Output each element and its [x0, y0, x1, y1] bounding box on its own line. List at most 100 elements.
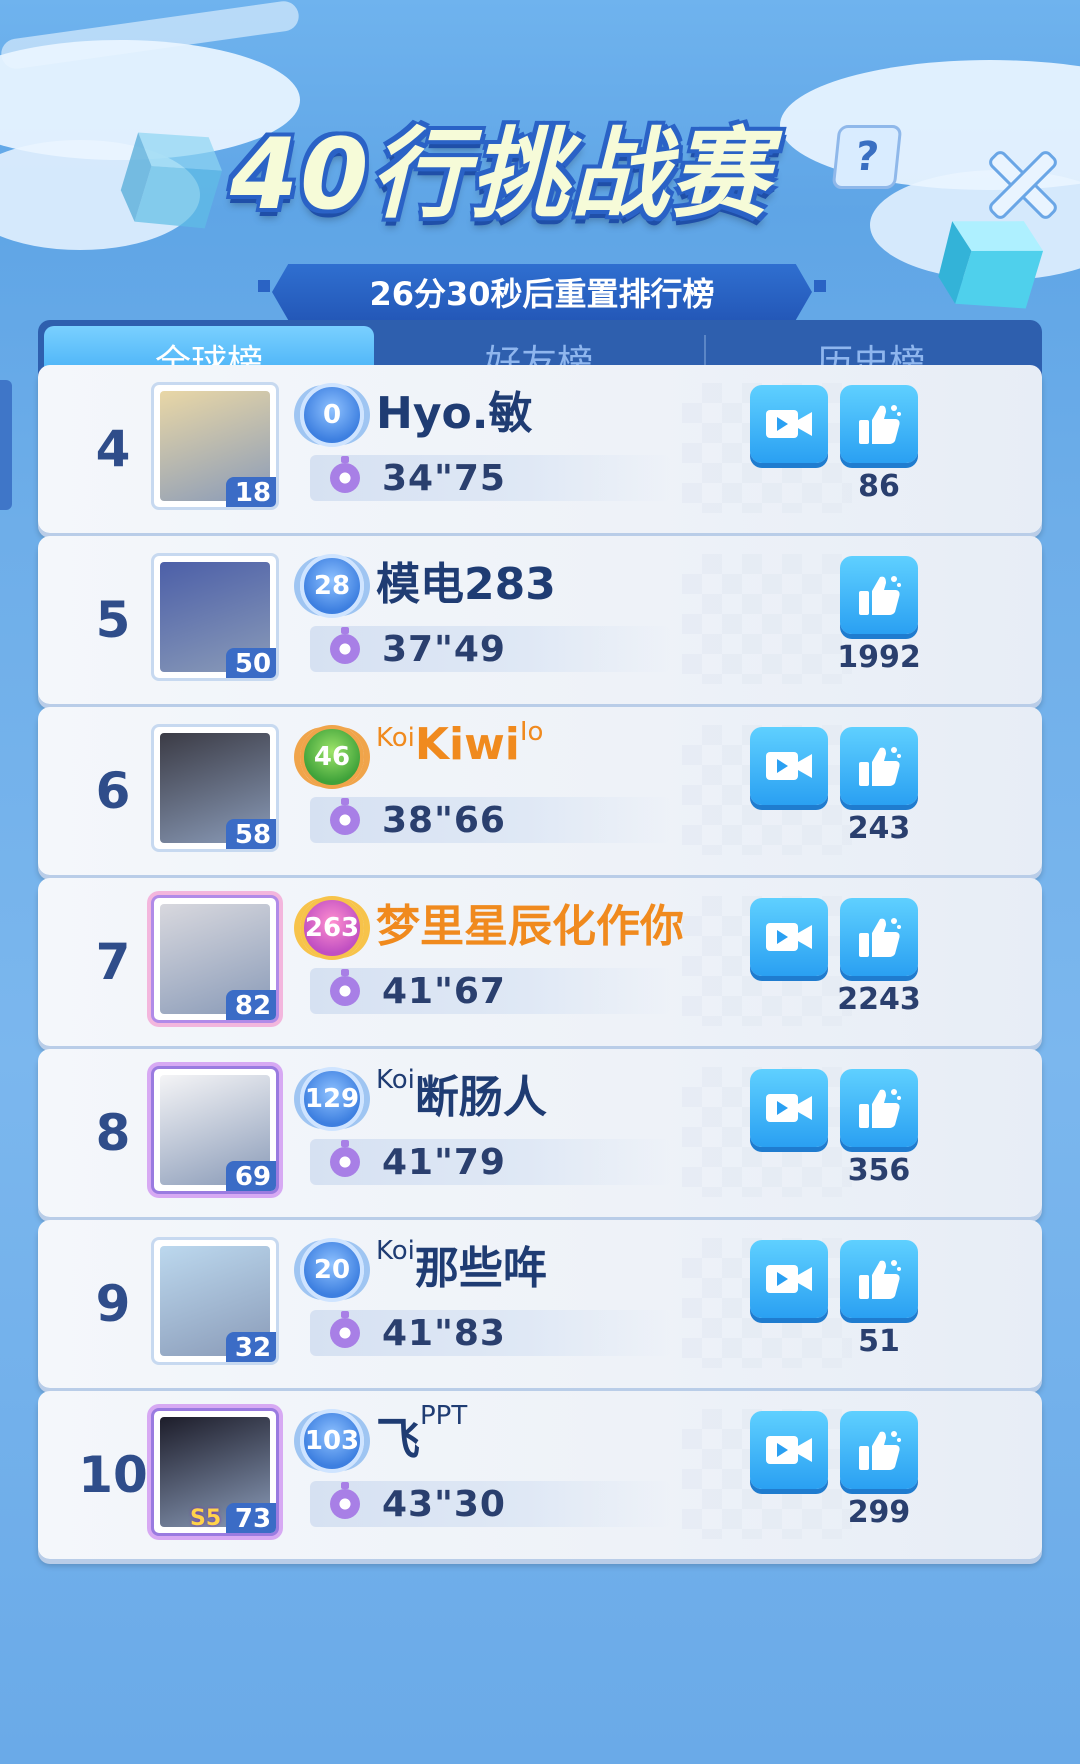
video-camera-icon [766, 1265, 812, 1293]
name-suffix: Io [519, 717, 544, 747]
avatar-season-tag: S5 [190, 1506, 222, 1531]
video-camera-icon [766, 1436, 812, 1464]
like-button[interactable] [840, 1069, 918, 1147]
thumbs-up-icon [859, 747, 901, 786]
player-avatar[interactable]: 58 [151, 724, 279, 852]
time-bar: 38"66 [310, 797, 670, 843]
player-avatar[interactable]: 32 [151, 1237, 279, 1365]
player-name: Koi断肠人 [376, 1061, 547, 1125]
leaderboard-row[interactable]: 10 73 S5 103 飞PPT 43"30 299 [38, 1391, 1042, 1559]
stopwatch-icon [330, 627, 360, 664]
like-button[interactable] [840, 898, 918, 976]
player-avatar[interactable]: 50 [151, 553, 279, 681]
name-main: Hyo.敏 [376, 388, 533, 439]
avatar-level-badge: 32 [226, 1332, 276, 1362]
name-main: 那些哖 [414, 1243, 547, 1294]
player-avatar[interactable]: 69 [151, 1066, 279, 1194]
like-count: 299 [847, 1495, 911, 1530]
leaderboard-row[interactable]: 8 69 129 Koi断肠人 41"79 356 [38, 1049, 1042, 1217]
side-edge-handle[interactable] [0, 380, 12, 510]
player-avatar[interactable]: 82 [151, 895, 279, 1023]
name-main: 梦里星辰化作你 [376, 901, 684, 952]
reset-countdown-banner: 26分30秒后重置排行榜 [272, 264, 812, 320]
record-time: 38"66 [382, 799, 506, 841]
replay-video-button[interactable] [750, 1411, 828, 1489]
banner-decoration [258, 280, 270, 292]
page-title: 40行挑战赛 [230, 118, 771, 232]
reset-countdown-text: 26分30秒后重置排行榜 [369, 275, 715, 313]
stopwatch-icon [330, 969, 360, 1006]
replay-video-button[interactable] [750, 1240, 828, 1318]
time-bar: 43"30 [310, 1481, 670, 1527]
thumbs-up-icon [859, 1089, 901, 1128]
rank-tier-badge: 263 [300, 896, 364, 960]
thumbs-up-icon [859, 1260, 901, 1299]
player-name: Koi那些哖 [376, 1232, 547, 1296]
rank-tier-badge: 0 [300, 383, 364, 447]
leaderboard-row[interactable]: 7 82 263 梦里星辰化作你 41"67 2243 [38, 878, 1042, 1046]
help-button[interactable]: ? [831, 125, 903, 189]
record-time: 37"49 [382, 628, 506, 670]
avatar-level-badge: 18 [226, 477, 276, 507]
name-main: Kiwi [414, 719, 520, 770]
rank-tier-badge: 129 [300, 1067, 364, 1131]
stopwatch-icon [330, 1482, 360, 1519]
question-icon: ? [852, 134, 882, 180]
like-count: 2243 [837, 982, 921, 1017]
name-main: 断肠人 [414, 1072, 547, 1123]
name-main: 飞 [376, 1414, 420, 1465]
banner-decoration [814, 280, 826, 292]
avatar-level-badge: 58 [226, 819, 276, 849]
stopwatch-icon [330, 1140, 360, 1177]
time-bar: 41"83 [310, 1310, 670, 1356]
player-name: 飞PPT [376, 1401, 468, 1467]
like-button[interactable] [840, 385, 918, 463]
stopwatch-icon [330, 798, 360, 835]
like-button[interactable] [840, 556, 918, 634]
like-button[interactable] [840, 727, 918, 805]
video-camera-icon [766, 410, 812, 438]
thumbs-up-icon [859, 1431, 901, 1470]
rank-tier-badge: 46 [300, 725, 364, 789]
thumbs-up-icon [859, 405, 901, 444]
name-suffix: PPT [420, 1401, 468, 1431]
leaderboard-row[interactable]: 4 18 0 Hyo.敏 34"75 86 [38, 365, 1042, 533]
rank-tier-badge: 103 [300, 1409, 364, 1473]
player-name: 模电283 [376, 548, 556, 612]
thumbs-up-icon [859, 918, 901, 957]
player-avatar[interactable]: 73 S5 [151, 1408, 279, 1536]
avatar-level-badge: 69 [226, 1161, 276, 1191]
name-prefix: Koi [376, 1236, 415, 1266]
record-time: 43"30 [382, 1483, 506, 1525]
time-bar: 37"49 [310, 626, 670, 672]
avatar-level-badge: 82 [226, 990, 276, 1020]
like-button[interactable] [840, 1240, 918, 1318]
avatar-level-badge: 50 [226, 648, 276, 678]
record-time: 34"75 [382, 457, 506, 499]
like-count: 356 [847, 1153, 911, 1188]
record-time: 41"79 [382, 1141, 506, 1183]
name-prefix: Koi [376, 723, 415, 753]
player-name: 梦里星辰化作你 [376, 890, 684, 954]
rank-tier-badge: 20 [300, 1238, 364, 1302]
replay-video-button[interactable] [750, 898, 828, 976]
close-icon[interactable] [988, 150, 1058, 220]
record-time: 41"67 [382, 970, 506, 1012]
rank-tier-badge: 28 [300, 554, 364, 618]
record-time: 41"83 [382, 1312, 506, 1354]
player-name: Hyo.敏 [376, 377, 532, 441]
like-count: 1992 [837, 640, 921, 675]
name-prefix: Koi [376, 1065, 415, 1095]
leaderboard-row[interactable]: 6 58 46 KoiKiwiIo 38"66 243 [38, 707, 1042, 875]
stopwatch-icon [330, 1311, 360, 1348]
leaderboard-row[interactable]: 9 32 20 Koi那些哖 41"83 51 [38, 1220, 1042, 1388]
avatar-level-badge: 73 [226, 1503, 276, 1533]
thumbs-up-icon [859, 576, 901, 615]
replay-video-button[interactable] [750, 727, 828, 805]
replay-video-button[interactable] [750, 1069, 828, 1147]
like-button[interactable] [840, 1411, 918, 1489]
player-avatar[interactable]: 18 [151, 382, 279, 510]
replay-video-button[interactable] [750, 385, 828, 463]
time-bar: 34"75 [310, 455, 670, 501]
leaderboard-row[interactable]: 5 50 28 模电283 37"49 1992 [38, 536, 1042, 704]
